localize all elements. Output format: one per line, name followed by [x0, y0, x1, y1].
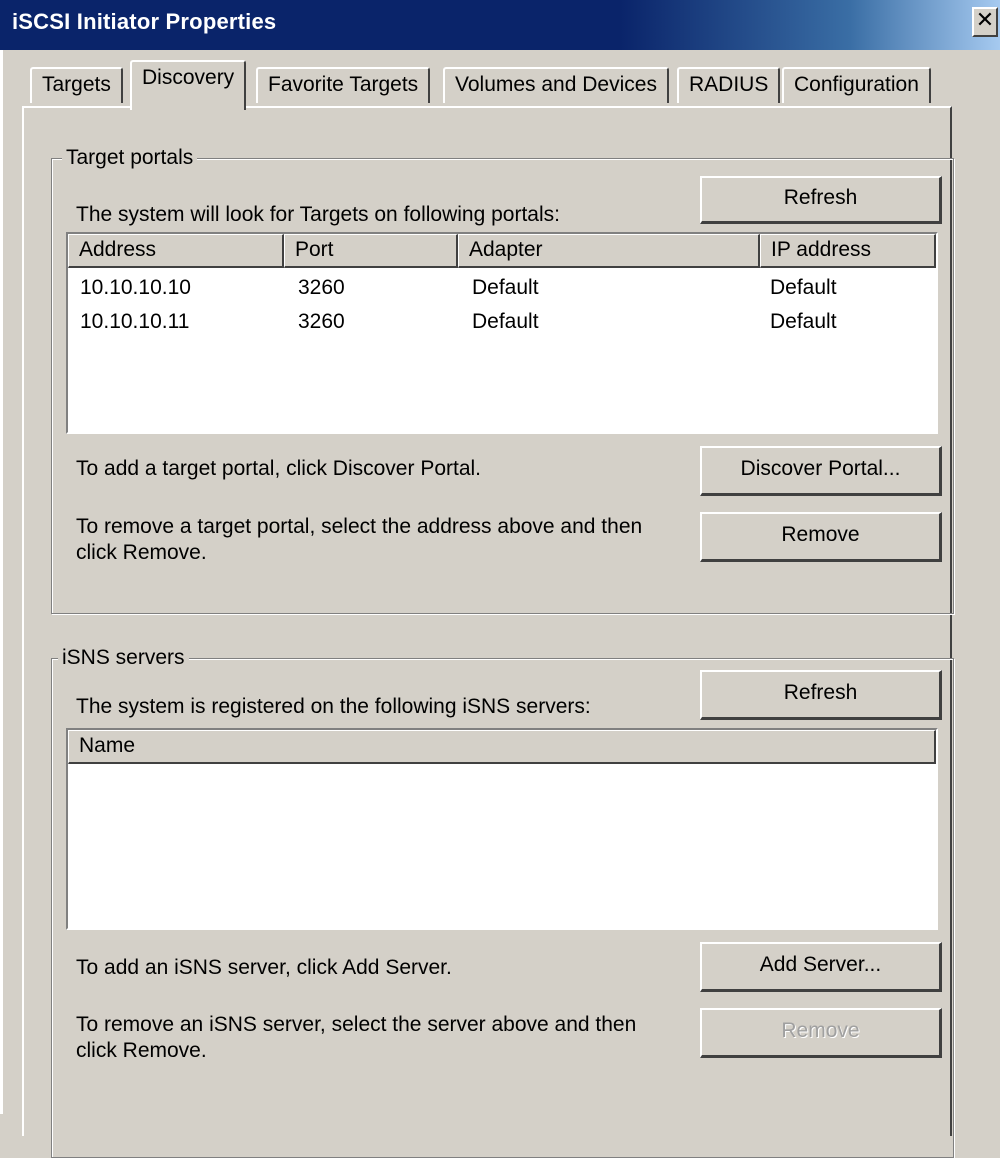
cell-address: 10.10.10.11: [80, 310, 190, 333]
column-header-ip-address[interactable]: IP address: [760, 234, 936, 268]
add-server-hint: To add an iSNS server, click Add Server.: [76, 956, 452, 979]
add-portal-hint: To add a target portal, click Discover P…: [76, 457, 482, 480]
isns-servers-list-header: Name: [68, 730, 936, 764]
cell-address: 10.10.10.10: [80, 276, 191, 299]
cell-ip-address: Default: [770, 276, 837, 299]
cell-ip-address: Default: [770, 310, 837, 333]
add-server-button[interactable]: Add Server...: [700, 942, 942, 992]
remove-portal-button[interactable]: Remove: [700, 512, 942, 562]
column-header-address[interactable]: Address: [68, 234, 284, 268]
close-button[interactable]: ✕: [972, 7, 998, 37]
cell-port: 3260: [298, 276, 345, 299]
discover-portal-button[interactable]: Discover Portal...: [700, 446, 942, 496]
tab-volumes-and-devices[interactable]: Volumes and Devices: [443, 67, 669, 103]
tab-configuration[interactable]: Configuration: [782, 67, 931, 103]
cell-adapter: Default: [472, 310, 539, 333]
remove-server-button[interactable]: Remove: [700, 1008, 942, 1058]
remove-server-hint: To remove an iSNS server, select the ser…: [76, 1013, 637, 1062]
target-portals-label: Target portals: [62, 146, 198, 170]
close-icon: ✕: [975, 8, 995, 33]
target-portals-refresh-button[interactable]: Refresh: [700, 176, 942, 224]
target-portals-list[interactable]: Address Port Adapter IP address 10.10.10…: [66, 232, 938, 434]
target-portals-description: The system will look for Targets on foll…: [76, 203, 560, 226]
discovery-panel: Target portals The system will look for …: [22, 106, 954, 1158]
isns-servers-list[interactable]: Name: [66, 728, 938, 930]
target-portals-list-header: Address Port Adapter IP address: [68, 234, 936, 268]
cell-adapter: Default: [472, 276, 539, 299]
title-bar[interactable]: iSCSI Initiator Properties ✕: [0, 0, 1000, 50]
column-header-name[interactable]: Name: [68, 730, 936, 764]
isns-refresh-button[interactable]: Refresh: [700, 670, 942, 720]
window-title: iSCSI Initiator Properties: [12, 9, 277, 34]
tab-discovery[interactable]: Discovery: [130, 60, 247, 110]
isns-servers-description: The system is registered on the followin…: [76, 695, 591, 718]
column-header-adapter[interactable]: Adapter: [458, 234, 760, 268]
isns-servers-label: iSNS servers: [58, 646, 189, 670]
remove-portal-hint: To remove a target portal, select the ad…: [76, 515, 643, 564]
cell-port: 3260: [298, 310, 345, 333]
tab-favorite-targets[interactable]: Favorite Targets: [256, 67, 431, 103]
tab-targets[interactable]: Targets: [30, 67, 123, 103]
column-header-port[interactable]: Port: [284, 234, 458, 268]
window-left-border: [0, 50, 4, 1114]
tab-radius[interactable]: RADIUS: [677, 67, 781, 103]
